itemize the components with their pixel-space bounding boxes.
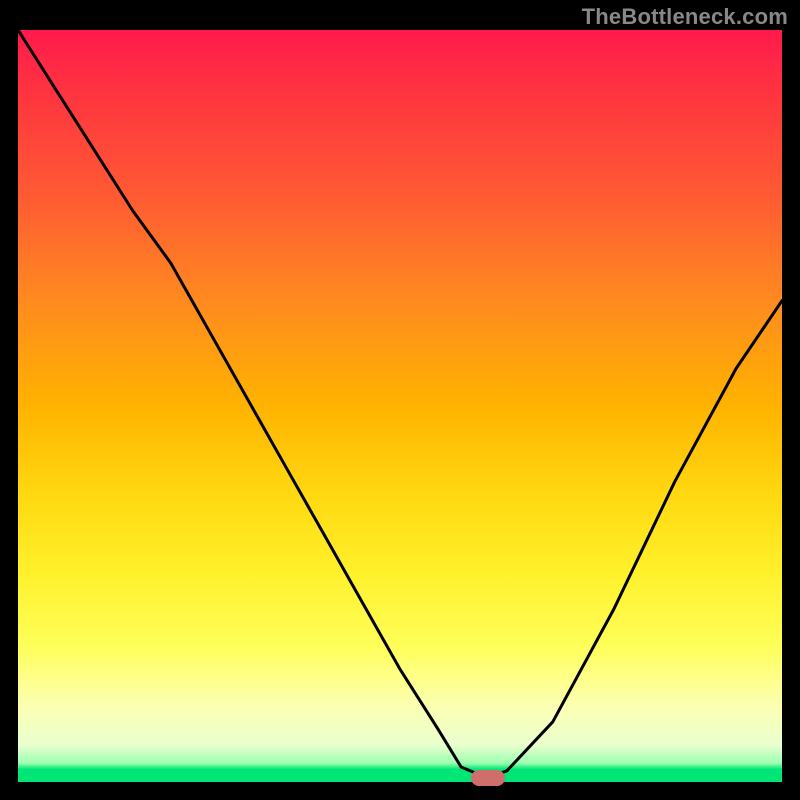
bottleneck-curve <box>18 30 782 782</box>
watermark-text: TheBottleneck.com <box>582 4 788 30</box>
plot-area <box>18 30 782 782</box>
chart-frame: TheBottleneck.com <box>0 0 800 800</box>
optimal-point-marker <box>471 770 505 786</box>
